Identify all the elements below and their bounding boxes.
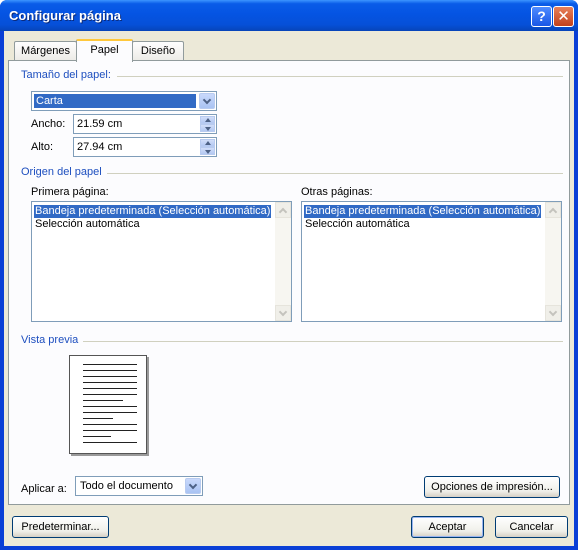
close-icon: ✕ (557, 8, 570, 25)
apply-to-value: Todo el documento (80, 480, 173, 492)
dropdown-arrow-icon[interactable] (199, 93, 215, 109)
height-value: 27.94 cm (77, 141, 123, 153)
spin-down-icon[interactable] (200, 124, 215, 132)
other-pages-list[interactable]: Bandeja predeterminada (Selección automá… (301, 201, 562, 322)
preview-group-title: Vista previa (21, 334, 79, 346)
tab-panel-papel: Tamaño del papel: Carta Ancho: 21.59 cm … (8, 60, 570, 505)
scroll-down-icon[interactable] (545, 305, 561, 321)
dropdown-arrow-icon[interactable] (185, 478, 201, 494)
ok-button[interactable]: Aceptar (411, 516, 484, 538)
tab-diseno[interactable]: Diseño (132, 41, 184, 61)
spin-up-icon[interactable] (200, 139, 215, 147)
paper-size-group-title: Tamaño del papel: (21, 69, 111, 81)
list-item[interactable]: Selección automática (34, 218, 141, 231)
width-value: 21.59 cm (77, 118, 123, 130)
list-item[interactable]: Bandeja predeterminada (Selección automá… (34, 205, 272, 218)
height-spinner[interactable]: 27.94 cm (73, 137, 217, 157)
print-options-button[interactable]: Opciones de impresión... (424, 476, 560, 498)
paper-size-select[interactable]: Carta (31, 91, 217, 111)
set-default-button[interactable]: Predeterminar... (12, 516, 109, 538)
scroll-up-icon[interactable] (275, 202, 291, 218)
list-item[interactable]: Bandeja predeterminada (Selección automá… (304, 205, 542, 218)
width-label: Ancho: (31, 118, 66, 130)
other-pages-label: Otras páginas: (301, 186, 373, 198)
spin-down-icon[interactable] (200, 147, 215, 155)
first-page-scrollbar[interactable] (275, 202, 291, 321)
tab-papel[interactable]: Papel (76, 39, 133, 62)
tab-margenes[interactable]: Márgenes (14, 41, 77, 61)
dialog-window: Configurar página ? ✕ Márgenes Papel Dis… (0, 0, 578, 550)
title-bar[interactable]: Configurar página ? ✕ (0, 0, 578, 31)
spin-up-icon[interactable] (200, 116, 215, 124)
cancel-button[interactable]: Cancelar (495, 516, 568, 538)
paper-size-divider (117, 76, 563, 77)
help-button[interactable]: ? (531, 6, 552, 27)
preview-divider (83, 341, 563, 342)
width-spinner[interactable]: 21.59 cm (73, 114, 217, 134)
scroll-up-icon[interactable] (545, 202, 561, 218)
help-icon: ? (537, 8, 546, 24)
other-pages-scrollbar[interactable] (545, 202, 561, 321)
list-item[interactable]: Selección automática (304, 218, 411, 231)
paper-source-divider (107, 173, 563, 174)
first-page-label: Primera página: (31, 186, 109, 198)
paper-size-value: Carta (34, 94, 196, 108)
paper-source-group-title: Origen del papel (21, 166, 102, 178)
scroll-down-icon[interactable] (275, 305, 291, 321)
close-button[interactable]: ✕ (553, 6, 574, 27)
first-page-list[interactable]: Bandeja predeterminada (Selección automá… (31, 201, 292, 322)
apply-to-select[interactable]: Todo el documento (75, 476, 203, 496)
page-preview (69, 355, 147, 454)
dialog-client: Márgenes Papel Diseño Tamaño del papel: … (4, 31, 574, 546)
apply-to-label: Aplicar a: (21, 483, 67, 495)
dialog-title: Configurar página (9, 8, 121, 23)
height-label: Alto: (31, 141, 54, 153)
